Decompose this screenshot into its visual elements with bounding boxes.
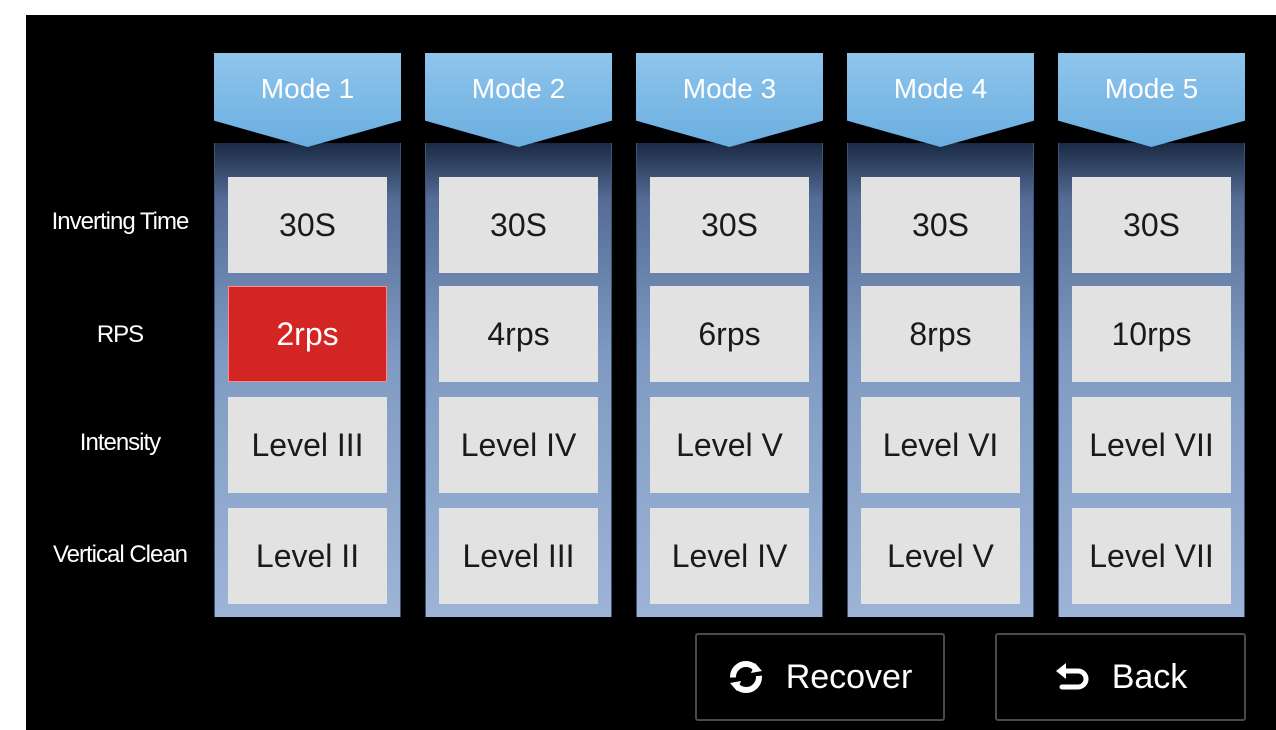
mode-2-intensity-cell[interactable]: Level IV [439,397,598,493]
mode-5-inverting-time-cell[interactable]: 30S [1072,177,1231,273]
mode-1-intensity-cell[interactable]: Level III [228,397,387,493]
mode-3-intensity-cell[interactable]: Level V [650,397,809,493]
mode-4-intensity-cell[interactable]: Level VI [861,397,1020,493]
row-label-inverting-time: Inverting Time [51,208,190,235]
mode-column-4: Mode 4 30S 8rps Level VI Level V [847,53,1034,617]
refresh-icon [728,659,764,695]
row-label-rps: RPS [96,321,144,348]
mode-3-vertical-clean-cell[interactable]: Level IV [650,508,809,604]
mode-1-header-label: Mode 1 [260,73,355,104]
mode-4-header-label: Mode 4 [893,73,988,104]
row-label-intensity: Intensity [79,429,161,456]
return-arrow-icon [1054,659,1090,695]
mode-column-2: Mode 2 30S 4rps Level IV Level III [425,53,612,617]
mode-5-header-label: Mode 5 [1104,73,1199,104]
recover-button-label: Recover [785,657,913,696]
mode-column-3: Mode 3 30S 6rps Level V Level IV [636,53,823,617]
mode-column-1: Mode 1 30S 2rps Level III Level II [214,53,401,617]
mode-2-header-label: Mode 2 [471,73,566,104]
mode-3-rps-cell[interactable]: 6rps [650,286,809,382]
mode-2-inverting-time-cell[interactable]: 30S [439,177,598,273]
mode-5-rps-cell[interactable]: 10rps [1072,286,1231,382]
mode-2-vertical-clean-cell[interactable]: Level III [439,508,598,604]
row-label-vertical-clean: Vertical Clean [52,541,188,568]
recover-button[interactable]: Recover [695,633,945,721]
mode-1-rps-cell[interactable]: 2rps [228,286,387,382]
mode-3-inverting-time-cell[interactable]: 30S [650,177,809,273]
mode-4-rps-cell[interactable]: 8rps [861,286,1020,382]
mode-4-inverting-time-cell[interactable]: 30S [861,177,1020,273]
mode-2-rps-cell[interactable]: 4rps [439,286,598,382]
mode-settings-screen: Inverting Time RPS Intensity Vertical Cl… [26,15,1276,730]
mode-5-intensity-cell[interactable]: Level VII [1072,397,1231,493]
mode-1-inverting-time-cell[interactable]: 30S [228,177,387,273]
mode-1-vertical-clean-cell[interactable]: Level II [228,508,387,604]
mode-5-vertical-clean-cell[interactable]: Level VII [1072,508,1231,604]
mode-column-5: Mode 5 30S 10rps Level VII Level VII [1058,53,1245,617]
back-button[interactable]: Back [995,633,1246,721]
back-button-label: Back [1111,657,1188,696]
mode-3-header-label: Mode 3 [682,73,777,104]
mode-4-vertical-clean-cell[interactable]: Level V [861,508,1020,604]
